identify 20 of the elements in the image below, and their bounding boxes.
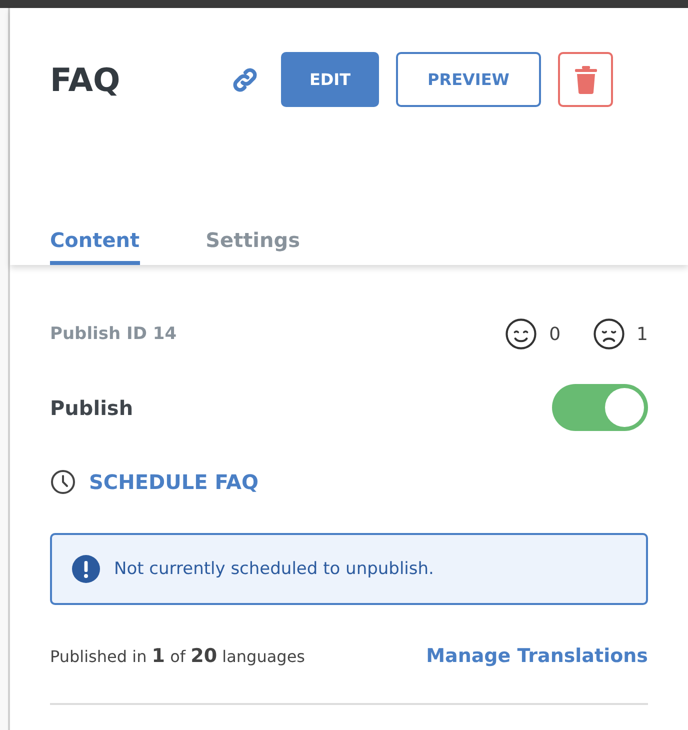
manage-translations-link[interactable]: Manage Translations — [426, 645, 648, 667]
publish-toggle[interactable] — [552, 384, 648, 431]
translations-summary: Published in 1 of 20 languages — [50, 645, 305, 667]
page-title: FAQ — [50, 60, 122, 98]
reaction-count: 0 — [549, 324, 561, 344]
tab[interactable]: Content — [50, 227, 140, 265]
exclamation-icon — [72, 555, 100, 583]
publish-id: Publish ID 14 — [50, 324, 177, 344]
trash-icon — [574, 66, 596, 94]
smiley-face-icon — [505, 318, 538, 350]
delete-button[interactable] — [558, 52, 613, 107]
tab[interactable]: Settings — [206, 227, 300, 265]
alert-message: Not currently scheduled to unpublish. — [114, 559, 434, 579]
clock-icon — [50, 469, 76, 495]
publish-label: Publish — [50, 396, 134, 420]
frowning-face-icon — [592, 318, 625, 350]
schedule-link[interactable]: SCHEDULE FAQ — [89, 470, 259, 494]
edit-button[interactable]: EDIT — [281, 52, 379, 107]
preview-button[interactable]: PREVIEW — [396, 52, 541, 107]
reaction-count: 1 — [636, 324, 648, 344]
